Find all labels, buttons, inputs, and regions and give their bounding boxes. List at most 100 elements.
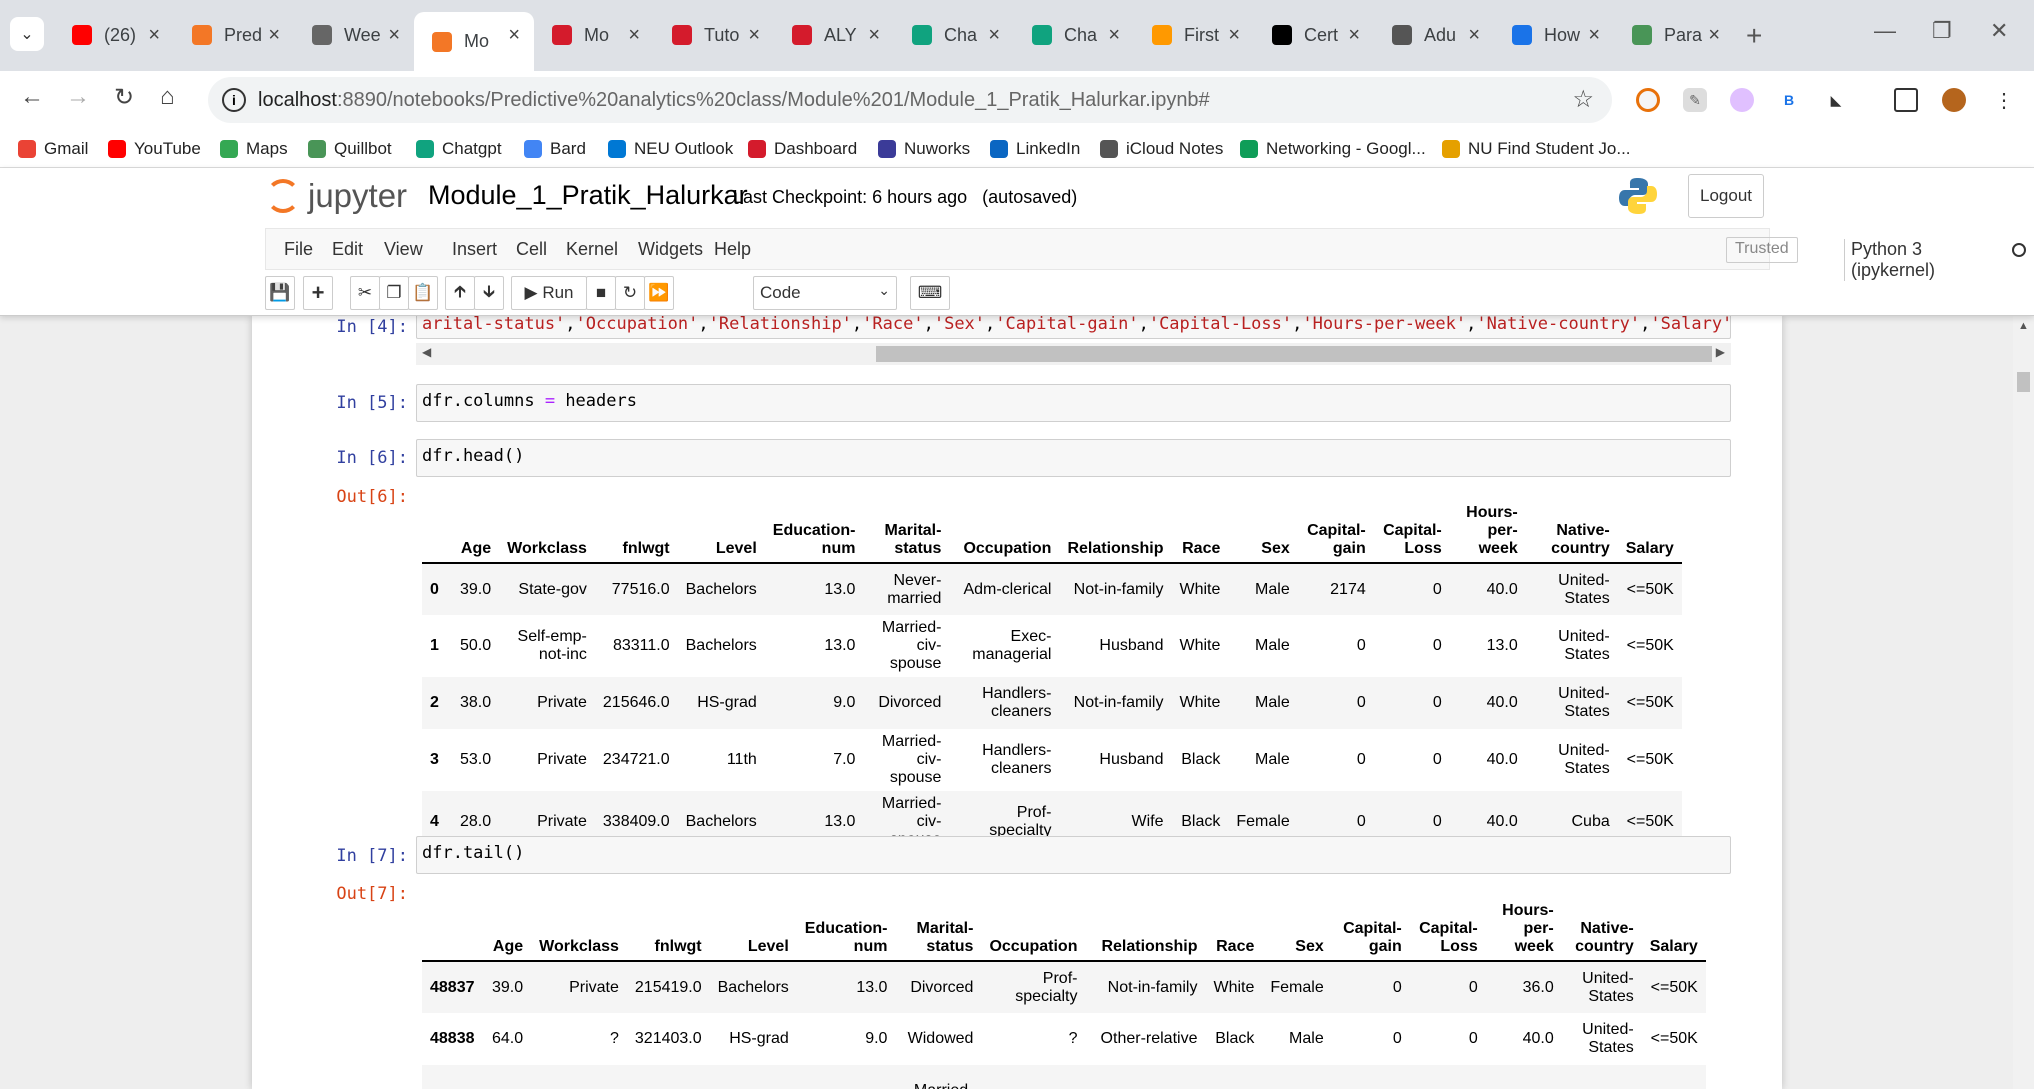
browser-tab[interactable]: Para × [1614,12,1734,58]
reload-icon[interactable]: ↻ [114,83,134,112]
restart-icon[interactable]: ↻ [615,276,645,310]
close-tab-icon[interactable]: × [628,24,640,47]
menu-help[interactable]: Help [714,239,751,260]
browser-tab[interactable]: Cert × [1254,12,1374,58]
table-cell [627,1065,710,1089]
cell-type-select[interactable]: Code ⌄ [753,276,897,310]
cell-7-input[interactable]: dfr.tail() [416,836,1731,874]
cell-4-horizontal-scrollbar[interactable]: ◀ ▶ [416,343,1731,365]
bookmark-item[interactable]: Networking - Googl... [1240,130,1426,168]
extensions-puzzle-icon[interactable]: ◣ [1824,88,1848,112]
browser-tab[interactable]: Adu × [1374,12,1494,58]
tab-search-icon[interactable]: ⌄ [10,17,44,51]
close-tab-icon[interactable]: × [1228,24,1240,47]
extension-circle-icon[interactable] [1636,88,1660,112]
insert-cell-icon[interactable]: + [303,276,333,310]
close-tab-icon[interactable]: × [1708,24,1720,47]
menu-insert[interactable]: Insert [452,239,497,260]
menu-file[interactable]: File [284,239,313,260]
menu-widgets[interactable]: Widgets [638,239,703,260]
menu-edit[interactable]: Edit [332,239,363,260]
menu-kernel[interactable]: Kernel [566,239,618,260]
page-vertical-scrollbar[interactable]: ▲ [2013,316,2034,1089]
back-icon[interactable]: ← [20,83,44,111]
browser-tab[interactable]: Mo × [414,12,534,71]
new-tab-icon[interactable]: + [1746,20,1762,52]
close-tab-icon[interactable]: × [1108,24,1120,47]
trusted-badge[interactable]: Trusted [1726,237,1798,263]
logout-button[interactable]: Logout [1688,174,1764,218]
browser-tab[interactable]: ALY × [774,12,894,58]
browser-tab[interactable]: How × [1494,12,1614,58]
bookmark-item[interactable]: Gmail [18,130,88,168]
home-icon[interactable]: ⌂ [160,83,175,111]
scroll-right-icon[interactable]: ▶ [1716,345,1725,359]
keyboard-shortcuts-icon[interactable]: ⌨ [910,276,950,310]
browser-tab[interactable]: Mo × [534,12,654,58]
scroll-left-icon[interactable]: ◀ [422,345,431,359]
menu-view[interactable]: View [384,239,423,260]
cell-5-input[interactable]: dfr.columns = headers [416,384,1731,422]
paste-icon[interactable]: 📋 [408,276,438,310]
notebook-name[interactable]: Module_1_Pratik_Halurkar [428,180,748,211]
browser-tab[interactable]: (26) × [54,12,174,58]
bookmark-item[interactable]: Bard [524,130,586,168]
restore-icon[interactable]: ❐ [1932,18,1952,44]
close-tab-icon[interactable]: × [1348,24,1360,47]
bookmark-item[interactable]: Dashboard [748,130,857,168]
scroll-up-icon[interactable]: ▲ [2018,320,2029,332]
bookmark-item[interactable]: Nuworks [878,130,970,168]
close-tab-icon[interactable]: × [1588,24,1600,47]
bookmark-item[interactable]: NU Find Student Jo... [1442,130,1631,168]
browser-tab[interactable]: Pred × [174,12,294,58]
close-tab-icon[interactable]: × [388,24,400,47]
extension-b-icon[interactable]: B [1777,88,1801,112]
run-button[interactable]: ▶ Run [511,276,587,310]
bookmark-item[interactable]: iCloud Notes [1100,130,1223,168]
bookmark-item[interactable]: Quillbot [308,130,392,168]
bard-icon [524,140,542,158]
minimize-icon[interactable]: — [1874,18,1896,44]
profile-avatar[interactable] [1942,88,1966,112]
site-info-icon[interactable]: i [222,88,246,112]
menu-cell[interactable]: Cell [516,239,547,260]
browser-tab[interactable]: Wee × [294,12,414,58]
forward-icon[interactable]: → [66,83,90,111]
close-tab-icon[interactable]: × [988,24,1000,47]
close-tab-icon[interactable]: × [1468,24,1480,47]
bookmark-item[interactable]: NEU Outlook [608,130,733,168]
extension-pen-icon[interactable]: ✎ [1683,88,1707,112]
browser-tab[interactable]: Cha × [1014,12,1134,58]
address-bar[interactable]: i localhost:8890/notebooks/Predictive%20… [208,77,1612,123]
close-window-icon[interactable]: ✕ [1990,18,2008,44]
side-panel-icon[interactable] [1894,88,1918,112]
move-down-icon[interactable]: 🡳 [474,276,504,310]
vertical-scrollbar-thumb[interactable] [2017,372,2030,392]
jupyter-logo[interactable]: jupyter [266,176,407,216]
save-icon[interactable]: 💾 [265,276,295,310]
interrupt-icon[interactable]: ■ [586,276,616,310]
browser-tab[interactable]: Cha × [894,12,1014,58]
bookmark-item[interactable]: YouTube [108,130,201,168]
close-tab-icon[interactable]: × [748,24,760,47]
bookmark-item[interactable]: Maps [220,130,288,168]
browser-tab[interactable]: First × [1134,12,1254,58]
url-text[interactable]: localhost:8890/notebooks/Predictive%20an… [258,89,1210,112]
move-up-icon[interactable]: 🡱 [445,276,475,310]
bookmark-star-icon[interactable]: ☆ [1572,85,1594,114]
browser-menu-icon[interactable]: ⋮ [1992,88,2016,112]
copy-icon[interactable]: ❐ [379,276,409,310]
cut-icon[interactable]: ✂ [350,276,380,310]
close-tab-icon[interactable]: × [268,24,280,47]
cell-6-input[interactable]: dfr.head() [416,439,1731,477]
bookmark-item[interactable]: Chatgpt [416,130,502,168]
close-tab-icon[interactable]: × [148,24,160,47]
browser-tab[interactable]: Tuto × [654,12,774,58]
extension-colorful-icon[interactable] [1730,88,1754,112]
kernel-name[interactable]: Python 3 (ipykernel) [1844,239,1935,281]
restart-run-all-icon[interactable]: ⏩ [644,276,674,310]
close-tab-icon[interactable]: × [868,24,880,47]
scrollbar-thumb[interactable] [876,346,1712,362]
close-tab-icon[interactable]: × [508,24,520,47]
bookmark-item[interactable]: LinkedIn [990,130,1080,168]
